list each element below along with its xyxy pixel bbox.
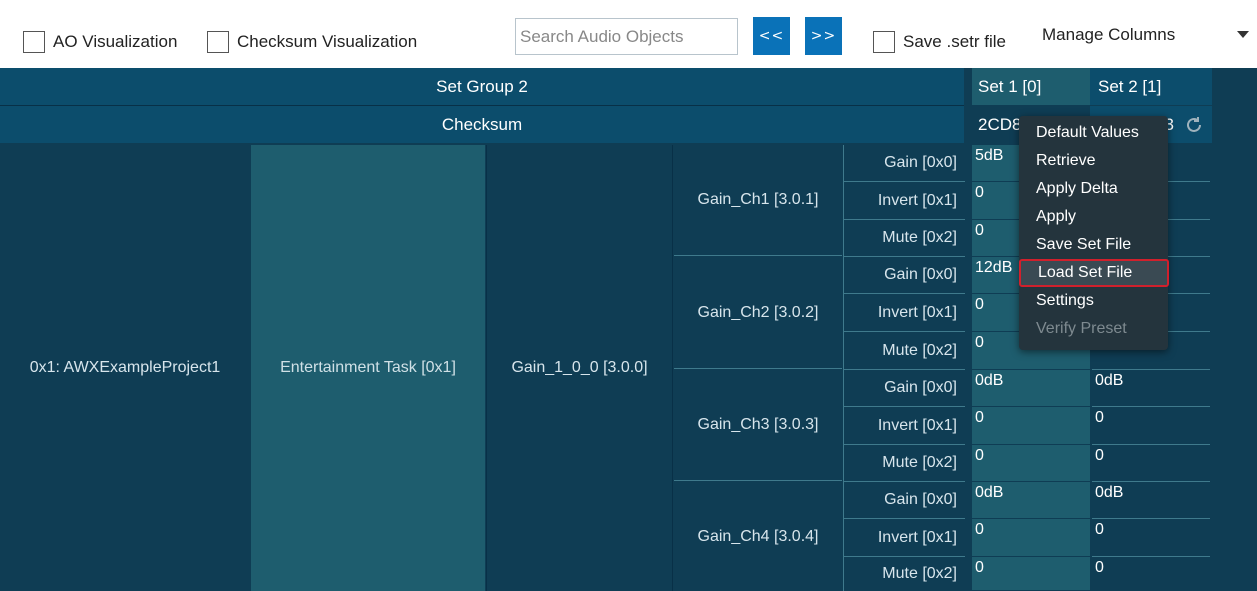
menu-item-retrieve[interactable]: Retrieve: [1019, 147, 1168, 175]
set2-value-cell[interactable]: 0: [1092, 519, 1210, 557]
channel-cell[interactable]: Gain_Ch1 [3.0.1]: [674, 145, 842, 256]
param-label: Gain [0x0]: [884, 379, 957, 396]
ao-visualization-checkbox[interactable]: AO Visualization: [23, 31, 177, 53]
menu-item-settings[interactable]: Settings: [1019, 287, 1168, 315]
set1-value-cell[interactable]: 0: [972, 519, 1090, 557]
param-cell[interactable]: Invert [0x1]: [843, 294, 965, 332]
checksum-visualization-checkbox[interactable]: Checksum Visualization: [207, 31, 417, 53]
checksum-label: Checksum: [441, 114, 523, 134]
channel-cell[interactable]: Gain_Ch4 [3.0.4]: [674, 482, 842, 591]
param-label: Invert [0x1]: [877, 303, 957, 321]
ao-visualization-box[interactable]: [23, 31, 45, 53]
prev-button[interactable]: <<: [753, 17, 790, 55]
set1-label: Set 1 [0]: [978, 76, 1042, 96]
project-cell[interactable]: 0x1: AWXExampleProject1: [0, 145, 250, 591]
chevron-down-icon: [1237, 31, 1249, 38]
menu-item-load-set-file[interactable]: Load Set File: [1019, 259, 1169, 287]
set1-value-cell[interactable]: 0: [972, 445, 1090, 482]
param-cell[interactable]: Mute [0x2]: [843, 220, 965, 257]
param-label: Invert [0x1]: [877, 416, 957, 434]
param-label: Gain [0x0]: [884, 491, 957, 508]
set2-value-cell[interactable]: 0: [1092, 445, 1210, 482]
channel-label: Gain_Ch2 [3.0.2]: [697, 303, 819, 321]
set1-header[interactable]: Set 1 [0]: [972, 68, 1090, 105]
set1-checksum-value: 2CD8: [978, 114, 1022, 134]
set-group-label: Set Group 2: [436, 76, 528, 96]
set1-value-cell[interactable]: 0dB: [972, 370, 1090, 407]
menu-item-apply[interactable]: Apply: [1019, 203, 1168, 231]
set2-value-cell[interactable]: 0: [1092, 407, 1210, 445]
toolbar: AO Visualization Checksum Visualization …: [0, 0, 1257, 68]
channel-cell[interactable]: Gain_Ch3 [3.0.3]: [674, 370, 842, 481]
search-input[interactable]: [515, 18, 738, 55]
param-label: Mute [0x2]: [882, 341, 957, 359]
param-cell[interactable]: Mute [0x2]: [843, 332, 965, 370]
param-label: Invert [0x1]: [877, 528, 957, 546]
param-cell[interactable]: Invert [0x1]: [843, 407, 965, 445]
project-label: 0x1: AWXExampleProject1: [29, 359, 221, 376]
checksum-visualization-box[interactable]: [207, 31, 229, 53]
param-label: Mute [0x2]: [882, 565, 957, 582]
param-label: Gain [0x0]: [884, 154, 957, 171]
manage-columns-dropdown[interactable]: Manage Columns: [1037, 17, 1257, 53]
set2-header[interactable]: Set 2 [1]: [1090, 68, 1212, 105]
param-cell[interactable]: Gain [0x0]: [843, 370, 965, 407]
param-label: Gain [0x0]: [884, 266, 957, 283]
menu-item-save-set-file[interactable]: Save Set File: [1019, 231, 1168, 259]
param-cell[interactable]: Mute [0x2]: [843, 445, 965, 482]
set1-value-cell[interactable]: 0dB: [972, 482, 1090, 519]
channel-label: Gain_Ch4 [3.0.4]: [697, 527, 819, 545]
param-cell[interactable]: Mute [0x2]: [843, 557, 965, 591]
set2-label: Set 2 [1]: [1098, 76, 1162, 96]
save-setr-checkbox[interactable]: Save .setr file: [873, 31, 1006, 53]
set1-value-cell[interactable]: 0: [972, 407, 1090, 445]
context-menu: Default Values Retrieve Apply Delta Appl…: [1019, 116, 1169, 350]
param-label: Invert [0x1]: [877, 191, 957, 209]
set1-value-cell[interactable]: 0: [972, 557, 1090, 591]
ao-visualization-label: AO Visualization: [53, 32, 178, 51]
channel-cell[interactable]: Gain_Ch2 [3.0.2]: [674, 257, 842, 369]
object-cell[interactable]: Gain_1_0_0 [3.0.0]: [486, 145, 673, 591]
param-label: Mute [0x2]: [882, 229, 957, 246]
checksum-visualization-label: Checksum Visualization: [237, 32, 418, 51]
menu-item-apply-delta[interactable]: Apply Delta: [1019, 175, 1168, 203]
param-cell[interactable]: Gain [0x0]: [843, 257, 965, 294]
save-setr-box[interactable]: [873, 31, 895, 53]
param-label: Mute [0x2]: [882, 454, 957, 471]
manage-columns-label: Manage Columns: [1042, 25, 1176, 44]
task-cell[interactable]: Entertainment Task [0x1]: [251, 145, 485, 591]
channel-label: Gain_Ch3 [3.0.3]: [697, 416, 819, 433]
menu-item-verify-preset: Verify Preset: [1036, 320, 1127, 337]
channel-label: Gain_Ch1 [3.0.1]: [697, 191, 819, 208]
set2-value-cell[interactable]: 0: [1092, 557, 1210, 591]
param-cell[interactable]: Gain [0x0]: [843, 482, 965, 519]
refresh-icon[interactable]: [1184, 115, 1204, 135]
param-cell[interactable]: Gain [0x0]: [843, 145, 965, 182]
object-label: Gain_1_0_0 [3.0.0]: [511, 359, 648, 376]
next-button[interactable]: >>: [805, 17, 842, 55]
param-cell[interactable]: Invert [0x1]: [843, 519, 965, 557]
param-cell[interactable]: Invert [0x1]: [843, 182, 965, 220]
task-label: Entertainment Task [0x1]: [280, 359, 456, 376]
set2-value-cell[interactable]: 0dB: [1092, 370, 1210, 407]
set-group-header: Set Group 2: [0, 68, 964, 105]
set2-value-cell[interactable]: 0dB: [1092, 482, 1210, 519]
save-setr-label: Save .setr file: [903, 32, 1006, 51]
checksum-header: Checksum: [0, 106, 964, 143]
menu-item-default-values[interactable]: Default Values: [1019, 119, 1168, 147]
